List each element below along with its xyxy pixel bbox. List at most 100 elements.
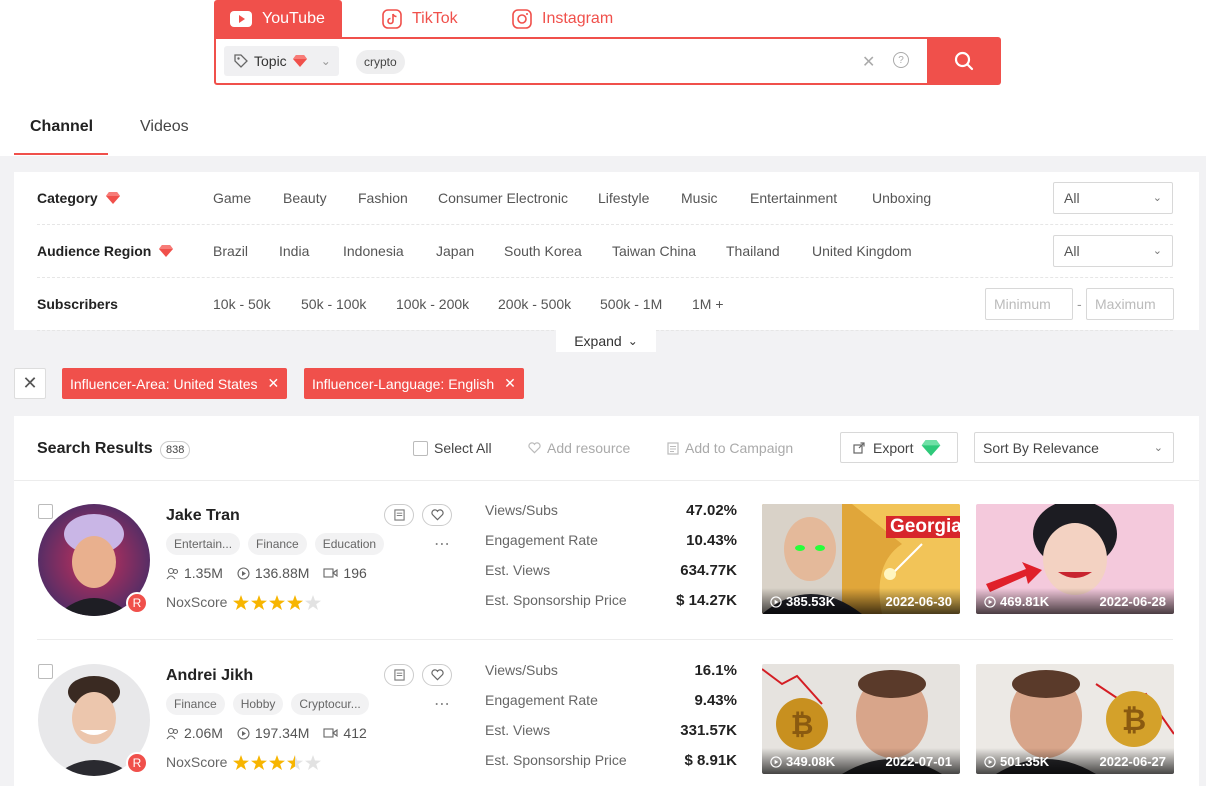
category-select[interactable]: All ⌄	[1053, 182, 1173, 214]
checkbox[interactable]	[413, 440, 428, 456]
channel-tag: Entertain...	[166, 533, 241, 555]
star-icon	[233, 754, 250, 770]
category-option[interactable]: Fashion	[358, 190, 408, 206]
metric-row: Engagement Rate 10.43%	[485, 532, 737, 549]
sort-select[interactable]: Sort By Relevance ⌄	[974, 432, 1174, 463]
metric-row: Est. Sponsorship Price $ 8.91K	[485, 752, 737, 769]
category-option[interactable]: Beauty	[283, 190, 327, 206]
category-option[interactable]: Consumer Electronic	[438, 190, 568, 206]
category-option[interactable]: Entertainment	[750, 190, 837, 206]
video-icon	[323, 568, 338, 578]
category-option[interactable]: Game	[213, 190, 251, 206]
add-to-campaign-button[interactable]: Add to Campaign	[667, 440, 793, 456]
tiktok-icon	[382, 8, 402, 29]
region-option[interactable]: South Korea	[504, 243, 582, 259]
favorite-button[interactable]	[422, 504, 452, 526]
badge-r: R	[126, 592, 148, 614]
more-options-icon[interactable]: ⋯	[434, 694, 451, 714]
star-icon	[287, 594, 304, 610]
channel-name[interactable]: Jake Tran	[166, 507, 240, 525]
tab-tiktok[interactable]: TikTok	[382, 0, 458, 37]
star-rating	[233, 594, 322, 610]
region-option[interactable]: India	[279, 243, 309, 259]
region-option[interactable]: Japan	[436, 243, 474, 259]
category-option[interactable]: Lifestyle	[598, 190, 649, 206]
thumbnail-info: 385.53K 2022-06-30	[762, 588, 960, 614]
tab-youtube[interactable]: YouTube	[214, 0, 342, 37]
close-icon[interactable]: ✕	[504, 375, 516, 392]
subscribers-option[interactable]: 10k - 50k	[213, 296, 271, 312]
gem-icon	[105, 192, 120, 204]
badge-r: R	[126, 752, 148, 774]
subscribers-option[interactable]: 200k - 500k	[498, 296, 571, 312]
tab-channel[interactable]: Channel	[30, 118, 93, 136]
subscribers-option[interactable]: 50k - 100k	[301, 296, 366, 312]
checkbox[interactable]	[38, 504, 53, 519]
checkbox[interactable]	[38, 664, 53, 679]
chevron-down-icon: ⌄	[627, 334, 638, 348]
views-stat: 136.88M	[237, 565, 309, 581]
region-select[interactable]: All ⌄	[1053, 235, 1173, 267]
channel-tag: Hobby	[232, 693, 284, 715]
video-thumbnail[interactable]: 469.81K 2022-06-28	[976, 504, 1174, 614]
metric-row: Engagement Rate 9.43%	[485, 692, 737, 709]
search-icon	[954, 51, 974, 71]
filter-row-subscribers: Subscribers 10k - 50k 50k - 100k 100k - …	[37, 278, 1174, 331]
thumbnail-views: 349.08K	[770, 754, 835, 769]
filter-label-category: Category	[37, 190, 120, 206]
video-thumbnail[interactable]: ₿ 501.35K 2022-06-27	[976, 664, 1174, 774]
video-thumbnail[interactable]: ₿ 349.08K 2022-07-01	[762, 664, 960, 774]
add-to-campaign-icon-button[interactable]	[384, 664, 414, 686]
help-icon[interactable]: ?	[893, 52, 909, 68]
channel-name[interactable]: Andrei Jikh	[166, 667, 253, 685]
expand-filters-button[interactable]: Expand ⌄	[556, 330, 656, 352]
clear-search-icon[interactable]: ✕	[862, 52, 875, 72]
close-icon[interactable]: ✕	[268, 375, 280, 392]
subscribers-min-input[interactable]: Minimum	[985, 288, 1073, 320]
region-option[interactable]: Taiwan China	[612, 243, 696, 259]
region-option[interactable]: Brazil	[213, 243, 248, 259]
more-options-icon[interactable]: ⋯	[434, 534, 451, 554]
youtube-icon	[230, 10, 252, 27]
channel-tags: Entertain... Finance Education	[166, 533, 385, 555]
search-button[interactable]	[927, 37, 1001, 85]
search-scope-select[interactable]: Topic ⌄	[224, 46, 339, 76]
subscribers-option[interactable]: 500k - 1M	[600, 296, 662, 312]
export-icon	[853, 441, 865, 454]
channel-metrics: Views/Subs 16.1% Engagement Rate 9.43% Est…	[485, 662, 737, 782]
region-option[interactable]: Indonesia	[343, 243, 404, 259]
clear-filters-button[interactable]: ✕	[14, 368, 46, 399]
thumbnail-info: 501.35K 2022-06-27	[976, 748, 1174, 774]
category-option[interactable]: Unboxing	[872, 190, 931, 206]
keyword-chip[interactable]: crypto	[356, 50, 405, 74]
region-option[interactable]: United Kingdom	[812, 243, 912, 259]
select-all-checkbox[interactable]: Select All	[413, 440, 492, 456]
gem-icon	[159, 245, 174, 257]
subscribers-max-input[interactable]: Maximum	[1086, 288, 1174, 320]
top-search-area: YouTube TikTok Instagram Topic ⌄ crypto …	[0, 0, 1206, 156]
filter-row-region: Audience Region Brazil India Indonesia J…	[37, 225, 1173, 278]
video-thumbnail[interactable]: Georgia 385.53K 2022-06-30	[762, 504, 960, 614]
add-to-campaign-icon-button[interactable]	[384, 504, 414, 526]
tab-videos[interactable]: Videos	[140, 118, 189, 136]
star-icon	[251, 754, 268, 770]
metric-row: Est. Sponsorship Price $ 14.27K	[485, 592, 737, 609]
favorite-button[interactable]	[422, 664, 452, 686]
metric-row: Views/Subs 47.02%	[485, 502, 737, 519]
thumbnail-views: 501.35K	[984, 754, 1049, 769]
chevron-down-icon: ⌄	[320, 54, 331, 68]
active-filter-tag: Influencer-Area: United States ✕	[62, 368, 288, 399]
metric-row: Views/Subs 16.1%	[485, 662, 737, 679]
svg-text:₿: ₿	[1122, 703, 1146, 738]
filter-panel: Category Game Beauty Fashion Consumer El…	[14, 172, 1199, 331]
add-resource-button[interactable]: Add resource	[528, 440, 630, 456]
subscribers-option[interactable]: 100k - 200k	[396, 296, 469, 312]
subscribers-option[interactable]: 1M +	[692, 296, 724, 312]
tab-instagram[interactable]: Instagram	[512, 0, 613, 37]
filter-label-region: Audience Region	[37, 243, 174, 259]
export-button[interactable]: Export	[840, 432, 958, 463]
region-option[interactable]: Thailand	[726, 243, 780, 259]
category-option[interactable]: Music	[681, 190, 718, 206]
tag-icon	[234, 54, 248, 68]
subscribers-stat: 1.35M	[166, 565, 223, 581]
